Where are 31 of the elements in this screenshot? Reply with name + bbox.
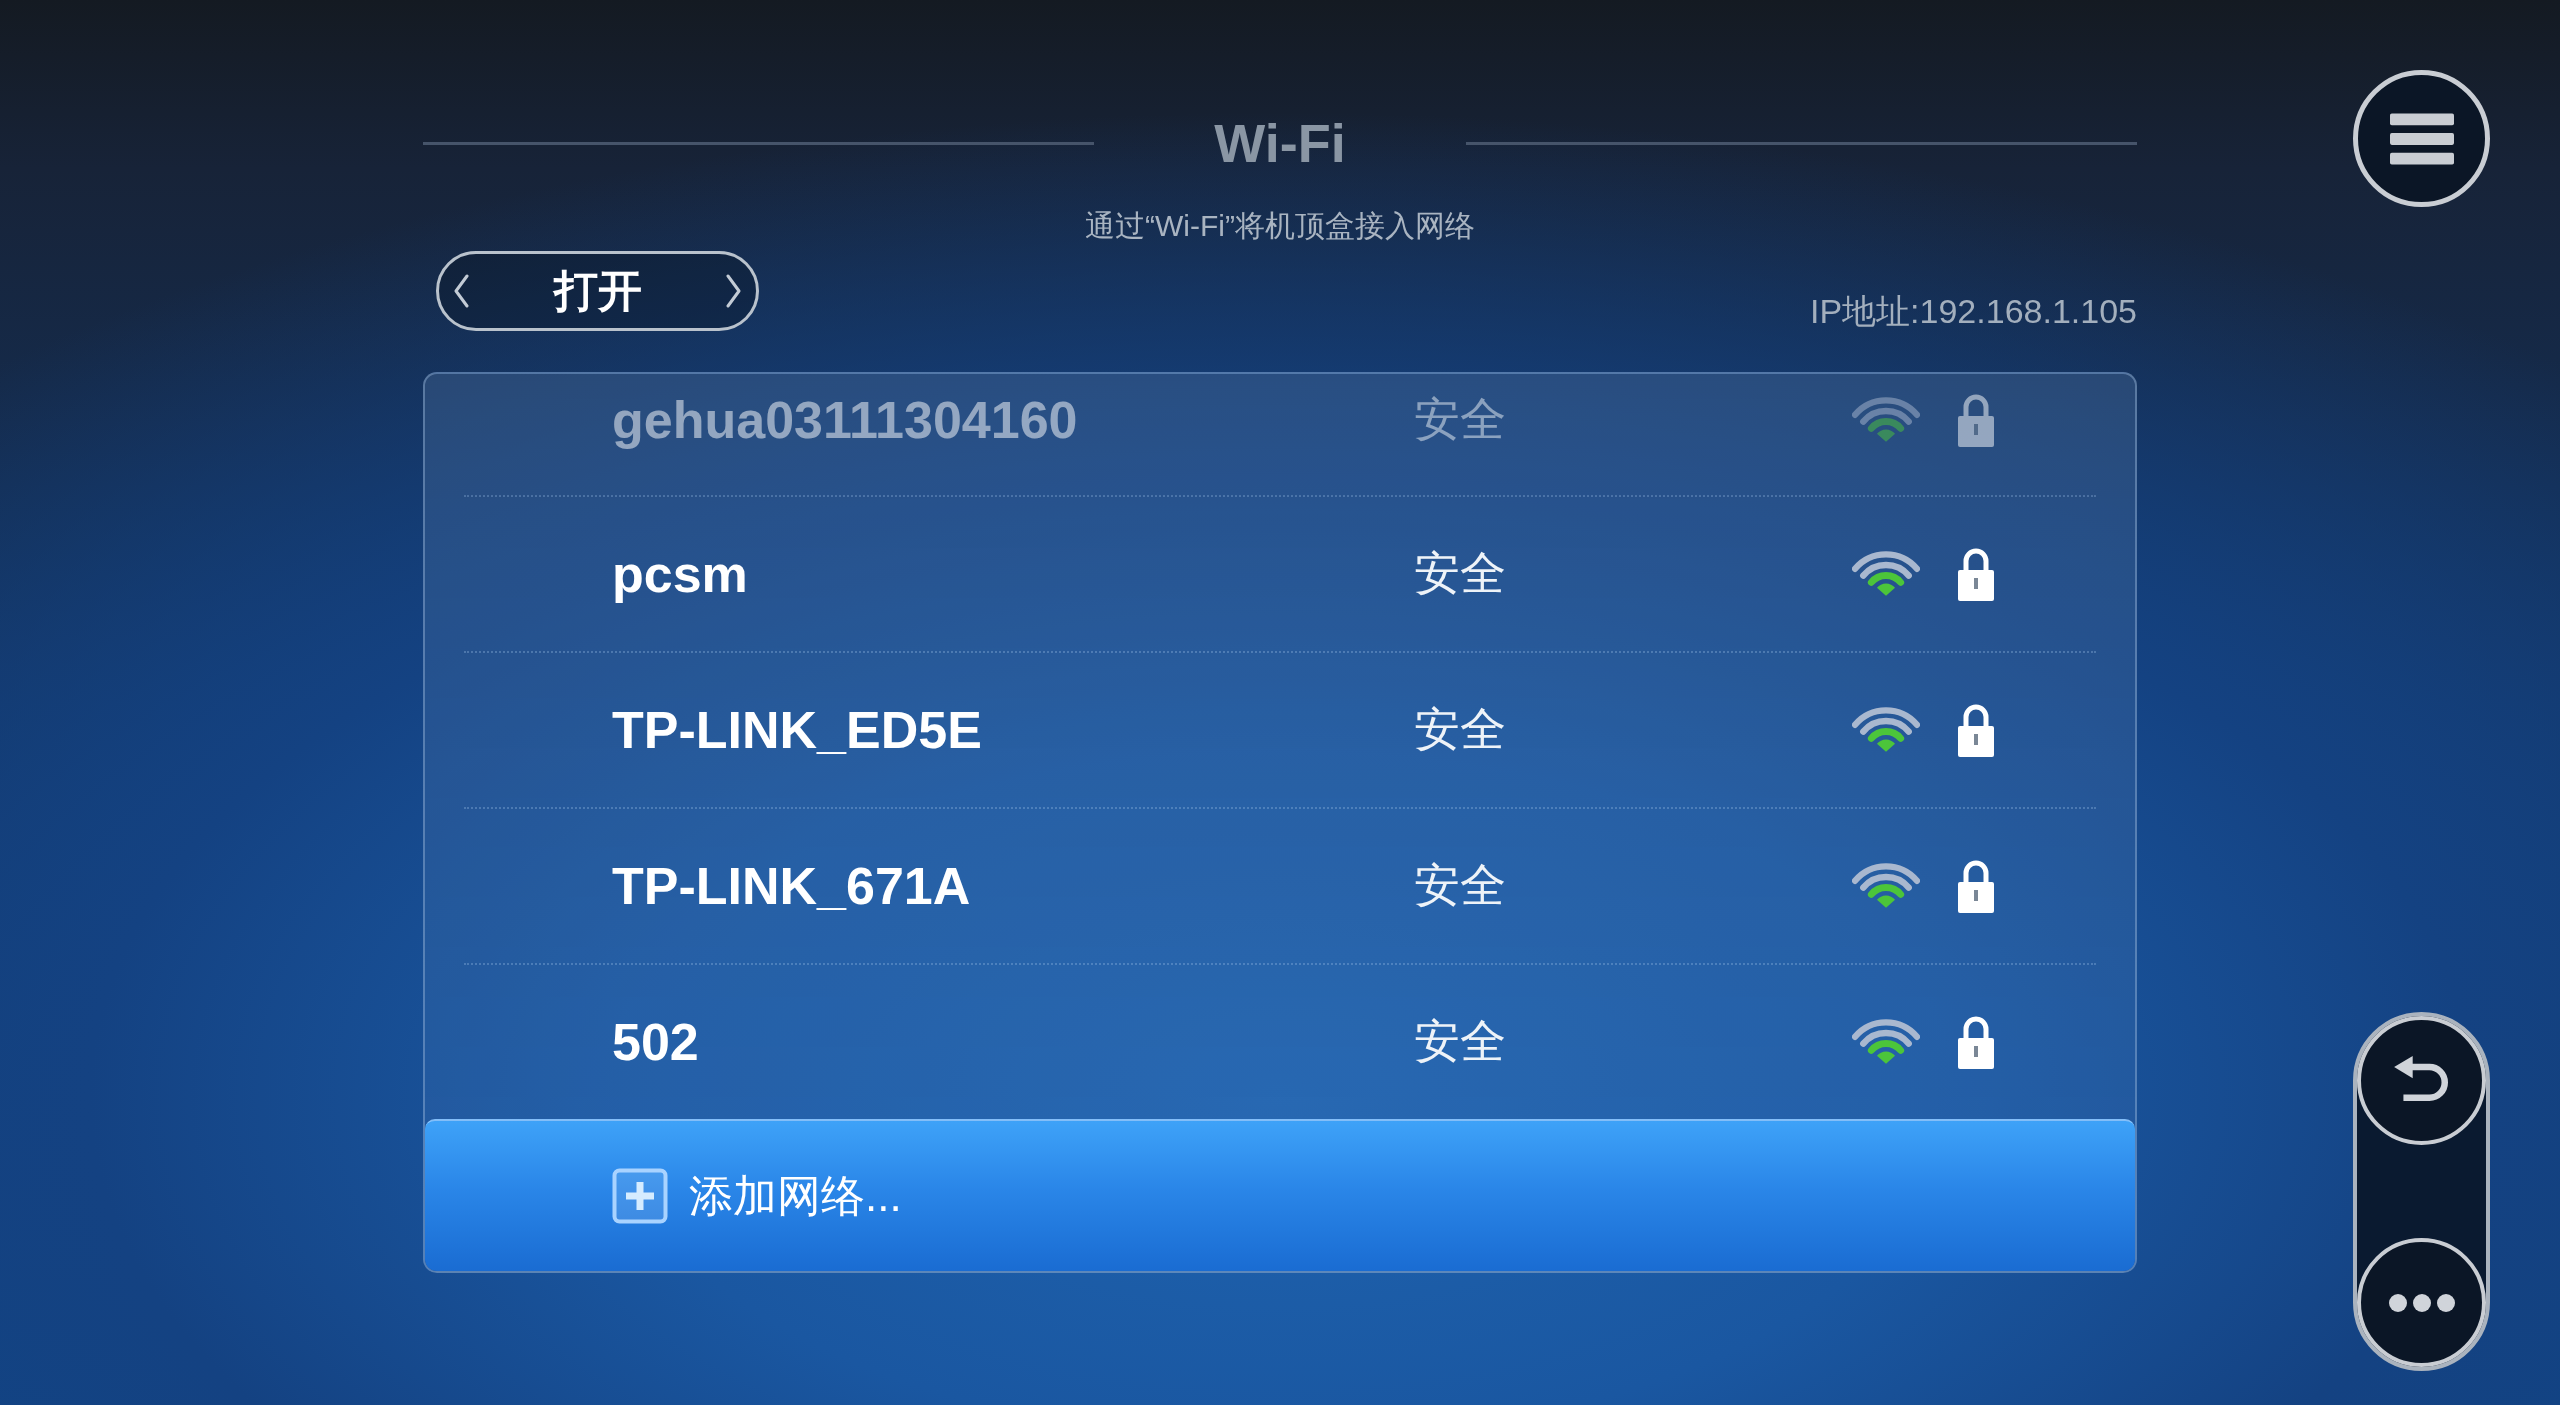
- network-name: 502: [612, 1012, 700, 1072]
- chevron-right-icon: [726, 274, 742, 308]
- network-name: gehua03111304160: [612, 389, 1079, 450]
- security-status: 安全: [1414, 1014, 1507, 1069]
- wifi-signal-icon: [1852, 707, 1920, 753]
- page-title: Wi-Fi: [1214, 112, 1346, 175]
- plus-icon: [612, 1168, 668, 1224]
- security-status: 安全: [1414, 546, 1507, 601]
- wifi-signal-icon: [1852, 863, 1920, 909]
- more-icon: [2388, 1293, 2455, 1312]
- add-network-button[interactable]: 添加网络...: [425, 1119, 2135, 1271]
- network-name: TP-LINK_ED5E: [612, 700, 983, 760]
- page-subtitle: 通过“Wi-Fi”将机顶盒接入网络: [1084, 208, 1476, 244]
- security-status: 安全: [1414, 858, 1507, 913]
- lock-icon: [1956, 1014, 1996, 1070]
- network-name: pcsm: [612, 544, 749, 604]
- lock-icon: [1956, 702, 1996, 758]
- wifi-signal-icon: [1852, 551, 1920, 597]
- back-button[interactable]: [2357, 1016, 2486, 1145]
- lock-icon: [1956, 858, 1996, 914]
- ip-address: IP地址:192.168.1.105: [1810, 291, 2137, 331]
- wifi-signal-icon: [1852, 1019, 1920, 1065]
- security-status: 安全: [1414, 391, 1507, 447]
- network-name: TP-LINK_671A: [612, 856, 972, 916]
- more-button[interactable]: [2357, 1238, 2486, 1367]
- menu-icon: [2389, 112, 2454, 165]
- security-status: 安全: [1414, 702, 1507, 757]
- wifi-selector[interactable]: 打开: [436, 251, 759, 331]
- chevron-left-icon: [453, 274, 469, 308]
- wifi-signal-icon: [1852, 396, 1920, 443]
- lock-icon: [1956, 546, 1996, 602]
